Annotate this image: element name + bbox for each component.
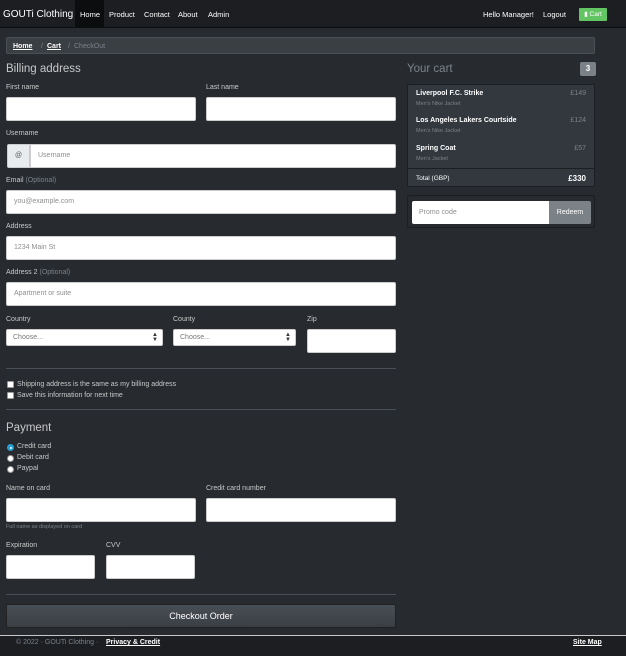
county-select[interactable]: Choose... ▲ ▼ xyxy=(173,329,296,346)
address-label: Address xyxy=(6,223,32,230)
email-input[interactable]: you@example.com xyxy=(6,190,396,214)
redeem-button[interactable]: Redeem xyxy=(549,201,591,224)
payment-title: Payment xyxy=(6,422,52,434)
username-label: Username xyxy=(6,130,39,137)
breadcrumb-home[interactable]: Home xyxy=(13,43,32,50)
email-label-text: Email xyxy=(6,177,24,184)
card-number-input[interactable] xyxy=(206,498,396,522)
cart-title: Your cart xyxy=(407,63,453,75)
country-label: Country xyxy=(6,316,31,323)
address2-optional: (Optional) xyxy=(39,269,71,276)
nav-home[interactable]: Home xyxy=(80,10,100,19)
email-optional: (Optional) xyxy=(25,177,57,184)
country-select-value: Choose... xyxy=(13,334,43,341)
cart-total-divider xyxy=(408,168,594,169)
address2-label-text: Address 2 xyxy=(6,269,38,276)
divider xyxy=(6,594,396,595)
country-select[interactable]: Choose... ▲ ▼ xyxy=(6,329,163,346)
cart-count-badge: 3 xyxy=(580,62,596,76)
breadcrumb-separator: / xyxy=(41,43,43,50)
cvv-input[interactable] xyxy=(106,555,195,579)
radio-credit-card[interactable] xyxy=(7,444,14,451)
nav-contact[interactable]: Contact xyxy=(144,10,170,19)
name-on-card-hint: Full name as displayed on card xyxy=(6,524,83,530)
navbar: GOUTi Clothing Home Product Contact Abou… xyxy=(0,0,626,28)
expiration-label: Expiration xyxy=(6,542,38,549)
breadcrumb-separator: / xyxy=(68,43,70,50)
footer: © 2022 · GOUTi Clothing · Privacy & Cred… xyxy=(0,635,626,656)
radio-debit-card[interactable] xyxy=(7,455,14,462)
cart-list: Liverpool F.C. Strike Men's Nike Jacket … xyxy=(407,84,595,187)
name-on-card-input[interactable] xyxy=(6,498,196,522)
credit-card-label: Credit card xyxy=(17,443,52,450)
cart-item-price: £57 xyxy=(574,145,586,152)
card-number-label: Credit card number xyxy=(206,485,266,492)
footer-privacy-link[interactable]: Privacy & Credit xyxy=(106,639,160,646)
divider xyxy=(6,368,396,369)
first-name-input[interactable] xyxy=(6,97,196,121)
nav-admin[interactable]: Admin xyxy=(208,10,229,19)
cart-total-value: £330 xyxy=(568,174,586,183)
cart-item-desc: Men's Nike Jacket xyxy=(416,128,461,134)
debit-card-label: Debit card xyxy=(17,454,49,461)
cart-button[interactable]: ▮ Cart xyxy=(579,8,607,21)
cart-item-desc: Men's Jacket xyxy=(416,156,448,162)
zip-input[interactable] xyxy=(307,329,396,353)
same-address-label: Shipping address is the same as my billi… xyxy=(17,381,177,388)
brand-logo[interactable]: GOUTi Clothing xyxy=(3,9,73,20)
cart-total-label: Total (GBP) xyxy=(416,175,450,182)
cart-item-price: £149 xyxy=(570,90,586,97)
cart-item-name: Liverpool F.C. Strike xyxy=(416,90,484,97)
select-caret-icon: ▲ ▼ xyxy=(285,332,291,343)
email-label: Email (Optional) xyxy=(6,177,56,184)
zip-label: Zip xyxy=(307,316,317,323)
same-address-checkbox[interactable] xyxy=(7,381,14,388)
address2-label: Address 2 (Optional) xyxy=(6,269,70,276)
county-label: County xyxy=(173,316,196,323)
promo-code-input[interactable]: Promo code xyxy=(412,201,549,224)
username-input[interactable]: Username xyxy=(30,144,396,168)
cart-item-price: £124 xyxy=(570,117,586,124)
cart-item-name: Los Angeles Lakers Courtside xyxy=(416,117,517,124)
cart-item-name: Spring Coat xyxy=(416,145,456,152)
cart-icon: ▮ xyxy=(584,11,588,18)
save-info-label: Save this information for next time xyxy=(17,392,123,399)
cart-button-label: Cart xyxy=(589,11,602,18)
username-at-addon: @ xyxy=(7,144,30,168)
nav-product[interactable]: Product xyxy=(109,10,135,19)
breadcrumb-current: CheckOut xyxy=(74,43,106,50)
footer-sitemap-link[interactable]: Site Map xyxy=(573,639,602,646)
first-name-label: First name xyxy=(6,84,40,91)
address-input[interactable]: 1234 Main St xyxy=(6,236,396,260)
cart-item-desc: Men's Nike Jacket xyxy=(416,101,461,107)
cvv-label: CVV xyxy=(106,542,121,549)
user-greeting: Hello Manager! xyxy=(483,10,534,19)
breadcrumb-cart[interactable]: Cart xyxy=(47,43,61,50)
last-name-label: Last name xyxy=(206,84,239,91)
paypal-label: Paypal xyxy=(17,465,39,472)
radio-paypal[interactable] xyxy=(7,466,14,473)
logout-link[interactable]: Logout xyxy=(543,10,566,19)
nav-about[interactable]: About xyxy=(178,10,198,19)
select-caret-icon: ▲ ▼ xyxy=(152,332,158,343)
name-on-card-label: Name on card xyxy=(6,485,50,492)
address2-input[interactable]: Apartment or suite xyxy=(6,282,396,306)
expiration-input[interactable] xyxy=(6,555,95,579)
breadcrumb: Home / Cart / CheckOut xyxy=(6,37,595,54)
checkout-order-button[interactable]: Checkout Order xyxy=(6,604,396,628)
footer-copyright: © 2022 · GOUTi Clothing · xyxy=(16,639,99,646)
save-info-checkbox[interactable] xyxy=(7,392,14,399)
promo-form: Promo code Redeem xyxy=(407,195,595,228)
billing-title: Billing address xyxy=(6,63,81,75)
divider xyxy=(6,409,396,410)
last-name-input[interactable] xyxy=(206,97,396,121)
county-select-value: Choose... xyxy=(180,334,210,341)
